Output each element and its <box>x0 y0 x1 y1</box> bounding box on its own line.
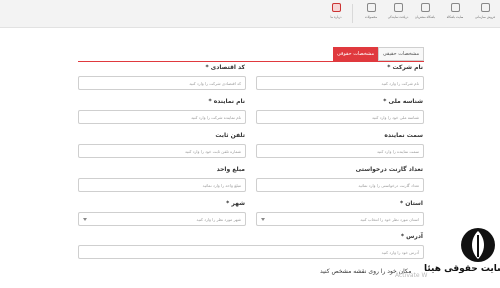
national-id-input[interactable]: شناسه ملی خود را وارد کنید <box>256 110 424 124</box>
address-input[interactable]: آدرس خود را وارد کنید <box>78 245 424 259</box>
globe-icon <box>450 3 460 12</box>
landline-input[interactable]: شماره تلفن ثابت خود را وارد کنید <box>78 144 246 158</box>
unit-amount-input[interactable]: مبلغ واحد را وارد نمائید <box>78 178 246 192</box>
agent-icon <box>393 3 403 12</box>
rep-post-label: سمت نماینده <box>384 132 423 139</box>
tab-divider <box>78 61 424 62</box>
toolbar-item-about[interactable]: درباره ما <box>322 2 350 25</box>
warranty-count-input[interactable]: تعداد گارنت درخواستی را وارد نمائید <box>256 178 424 192</box>
company-name-input[interactable]: نام شرکت را وارد کنید <box>256 76 424 90</box>
address-label: آدرس * <box>400 233 423 240</box>
toolbar-item-enterprise-sales[interactable]: فروش سازمانی <box>471 2 499 25</box>
rep-name-input[interactable]: نام نماینده شرکت را وارد کنید <box>78 110 246 124</box>
box-icon <box>366 3 376 12</box>
tab-natural-details[interactable]: مشخصات حقیقی <box>378 47 424 61</box>
shop-icon <box>480 3 490 12</box>
warranty-count-label: تعداد گارنت درخواستی <box>355 166 423 173</box>
national-id-label: شناسه ملی * <box>383 98 423 105</box>
tab-legal-details[interactable]: مشخصات حقوقی <box>333 47 378 61</box>
logo-text: سایت حقوقی هیئا <box>424 264 500 274</box>
site-logo <box>461 228 495 262</box>
club-icon <box>420 3 430 12</box>
city-label: شهر * <box>226 200 245 207</box>
toolbar-item-products[interactable]: محصولات <box>357 2 385 25</box>
info-icon <box>331 3 341 12</box>
rep-post-input[interactable]: سمت نماینده را وارد کنید <box>256 144 424 158</box>
top-toolbar: فروش سازمانی سایت باشگاه باشگاه مشتریان … <box>0 0 500 28</box>
toolbar-item-club-site[interactable]: سایت باشگاه <box>441 2 469 25</box>
economic-code-label: کد اقتصادی * <box>205 64 245 71</box>
landline-label: تلفن ثابت <box>215 132 245 139</box>
toolbar-item-get-agency[interactable]: دریافت نمایندگی <box>384 2 412 25</box>
unit-amount-label: مبلغ واحد <box>216 166 245 173</box>
rep-name-label: نام نماینده * <box>208 98 245 105</box>
economic-code-input[interactable]: کد اقتصادی شرکت را وارد کنید <box>78 76 246 90</box>
toolbar-separator <box>352 4 353 23</box>
city-select[interactable]: شهر مورد نظر را وارد کنید <box>78 212 246 226</box>
toolbar-item-customer-club[interactable]: باشگاه مشتریان <box>411 2 439 25</box>
province-label: استان * <box>399 200 423 207</box>
province-select[interactable]: استان مورد نظر خود را انتخاب کنید <box>256 212 424 226</box>
company-name-label: نام شرکت * <box>387 64 423 71</box>
